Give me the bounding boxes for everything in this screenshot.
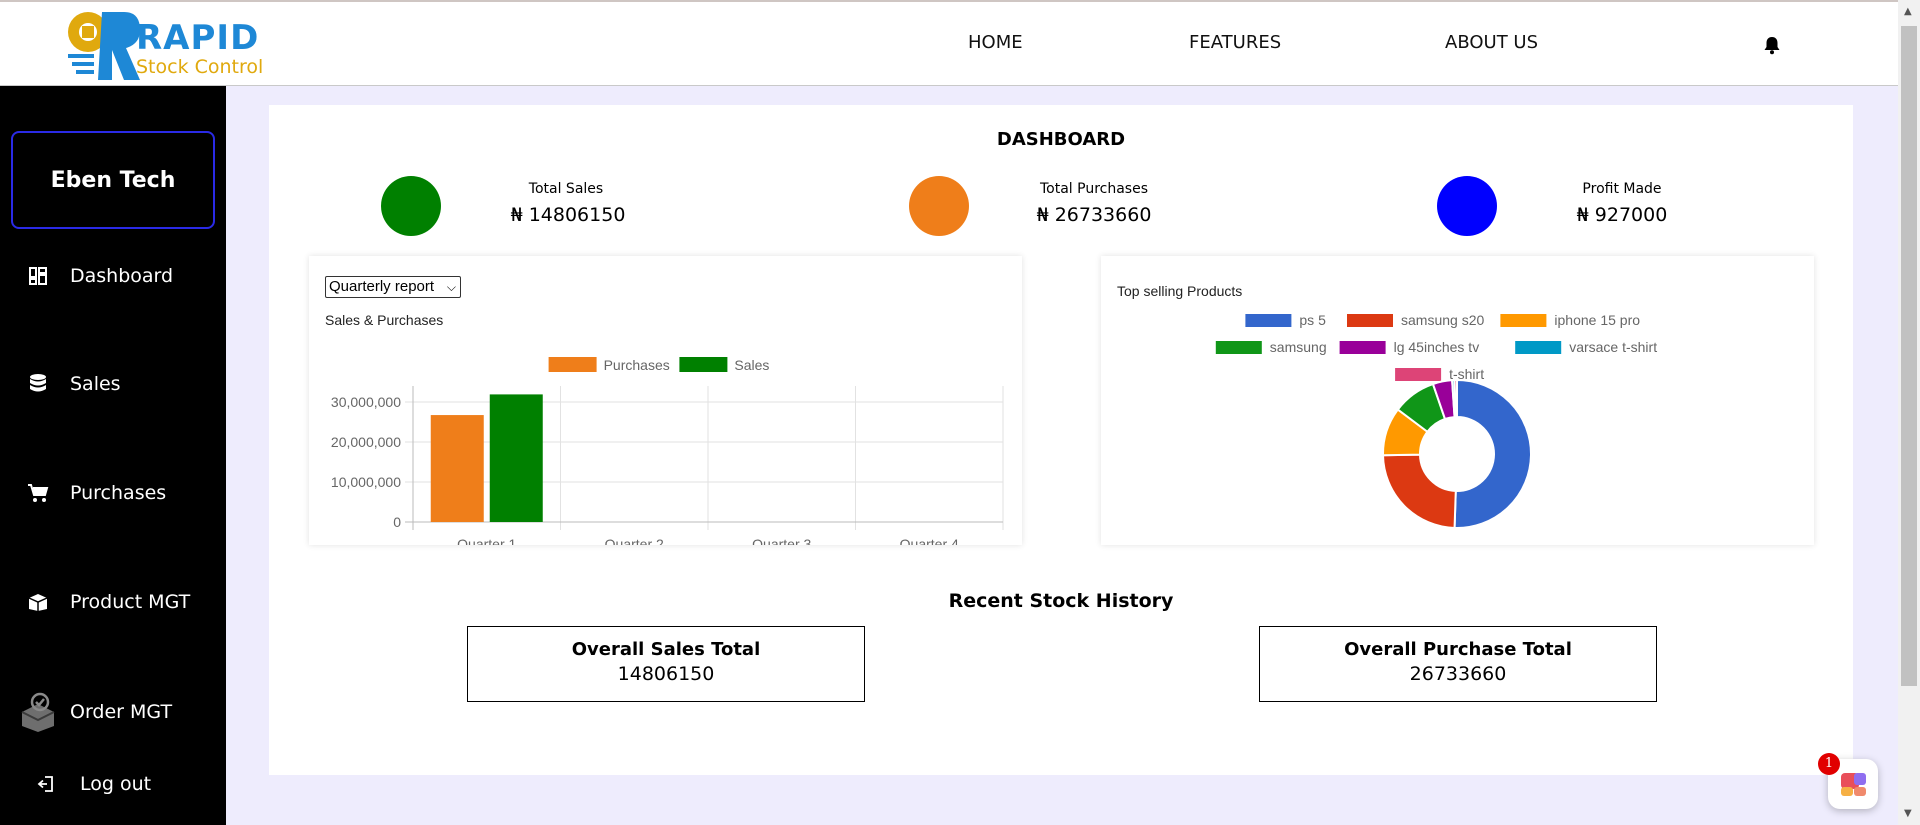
sidebar-item-sales[interactable]: Sales: [26, 372, 121, 396]
sidebar-item-label: Product MGT: [70, 591, 191, 613]
brand-name: Eben Tech: [50, 167, 176, 193]
overall-sales-value: 14806150: [617, 663, 715, 685]
logout-icon: [34, 772, 58, 796]
brand-box: Eben Tech: [11, 131, 215, 229]
x-tick-label: Quarter 2: [605, 536, 664, 545]
top-products-panel: Top selling Products ps 5 samsung s20 ipho…: [1101, 256, 1814, 545]
legend-label: samsung s20: [1401, 312, 1484, 328]
page-scrollbar[interactable]: ▲ ▼: [1898, 0, 1920, 825]
top-header: RAPID Stock Control HOME FEATURES ABOUT …: [0, 0, 1898, 86]
x-tick-label: Quarter 1: [457, 536, 516, 545]
sidebar-item-order-mgt[interactable]: Order MGT: [16, 690, 172, 734]
stat-sales-dot: [381, 176, 441, 236]
sidebar-item-product-mgt[interactable]: Product MGT: [26, 590, 190, 614]
overall-purchase-value: 26733660: [1409, 663, 1507, 685]
sidebar-item-label: Dashboard: [70, 265, 174, 287]
database-icon: [26, 372, 50, 396]
page-title: DASHBOARD: [996, 129, 1126, 150]
donut-slice: [1453, 378, 1458, 419]
pie-chart: ps 5 samsung s20 iphone 15 pro samsung lg 45…: [1215, 312, 1657, 529]
scroll-thumb[interactable]: [1901, 26, 1917, 686]
legend-label: samsung: [1270, 339, 1327, 355]
legend-swatch: [1245, 314, 1292, 327]
legend-swatch: [1347, 314, 1393, 327]
nav-home[interactable]: HOME: [968, 32, 1023, 53]
stat-sales-value: ₦ 14806150: [510, 204, 626, 226]
nav-about-us[interactable]: ABOUT US: [1445, 32, 1538, 53]
y-tick-label: 10,000,000: [331, 474, 401, 490]
legend-label: varsace t-shirt: [1569, 339, 1657, 355]
sidebar: Eben Tech Dashboard Sales Purchases Prod…: [0, 86, 226, 825]
sidebar-item-dashboard[interactable]: Dashboard: [26, 264, 173, 288]
y-tick-label: 0: [393, 514, 401, 530]
logo-title: RAPID: [136, 18, 260, 58]
sidebar-item-label: Purchases: [70, 482, 167, 504]
bell-icon[interactable]: [1762, 35, 1782, 55]
legend-label: lg 45inches tv: [1394, 339, 1480, 355]
nav-features[interactable]: FEATURES: [1189, 32, 1281, 53]
legend-swatch: [679, 357, 728, 372]
y-tick-label: 20,000,000: [331, 434, 401, 450]
overall-sales-total-box: Overall Sales Total 14806150: [467, 626, 865, 702]
overall-sales-label: Overall Sales Total: [571, 639, 761, 660]
stat-sales-label: Total Sales: [528, 181, 604, 197]
recent-stock-history-title: Recent Stock History: [948, 590, 1174, 612]
notification-badge: 1: [1818, 753, 1840, 775]
legend-label: Sales: [734, 357, 769, 373]
dashboard-card: DASHBOARD Total Sales ₦ 14806150 Total P…: [269, 105, 1853, 775]
sidebar-item-label: Sales: [70, 373, 121, 395]
order-box-icon: [16, 690, 60, 734]
logo-subtitle: Stock Control: [136, 56, 264, 78]
sidebar-item-purchases[interactable]: Purchases: [26, 481, 166, 505]
legend-swatch: [1215, 341, 1262, 354]
stat-purchases-dot: [909, 176, 969, 236]
bar: [489, 394, 543, 522]
x-tick-label: Quarter 3: [752, 536, 811, 545]
legend-label: iphone 15 pro: [1554, 312, 1640, 328]
box-icon: [26, 590, 50, 614]
sidebar-item-logout[interactable]: Log out: [34, 772, 151, 796]
logo-mark-icon: [68, 12, 140, 80]
app-logo[interactable]: RAPID Stock Control: [62, 6, 282, 84]
stat-purchases-label: Total Purchases: [1039, 181, 1148, 197]
legend-swatch: [548, 357, 597, 372]
legend-swatch: [1339, 341, 1386, 354]
cart-icon: [26, 481, 50, 505]
legend-label: Purchases: [604, 357, 670, 373]
x-tick-label: Quarter 4: [900, 536, 959, 545]
legend-swatch: [1500, 314, 1547, 327]
overall-purchase-total-box: Overall Purchase Total 26733660: [1259, 626, 1657, 702]
stat-profit-label: Profit Made: [1582, 181, 1662, 197]
bar: [430, 415, 484, 522]
donut-slice: [1381, 453, 1457, 529]
sidebar-item-label: Order MGT: [70, 701, 173, 723]
sidebar-item-label: Log out: [80, 773, 152, 795]
scroll-up-icon[interactable]: ▲: [1904, 6, 1912, 17]
donut-slice: [1453, 378, 1532, 529]
bar-chart: Purchases Sales 0 10,000,000 20,000,000 30,00…: [331, 357, 1004, 545]
scroll-down-icon[interactable]: ▼: [1904, 808, 1912, 819]
dashboard-icon: [26, 264, 50, 288]
legend-swatch: [1515, 341, 1562, 354]
legend-label: ps 5: [1299, 312, 1326, 328]
stat-profit-value: ₦ 927000: [1576, 204, 1668, 226]
sales-purchases-panel: Quarterly report ⌵ Sales & Purchases Pur…: [309, 256, 1022, 545]
stat-profit-dot: [1437, 176, 1497, 236]
y-tick-label: 30,000,000: [331, 394, 401, 410]
legend-swatch: [1395, 368, 1442, 381]
stat-purchases-value: ₦ 26733660: [1036, 204, 1152, 226]
overall-purchase-label: Overall Purchase Total: [1344, 639, 1572, 660]
